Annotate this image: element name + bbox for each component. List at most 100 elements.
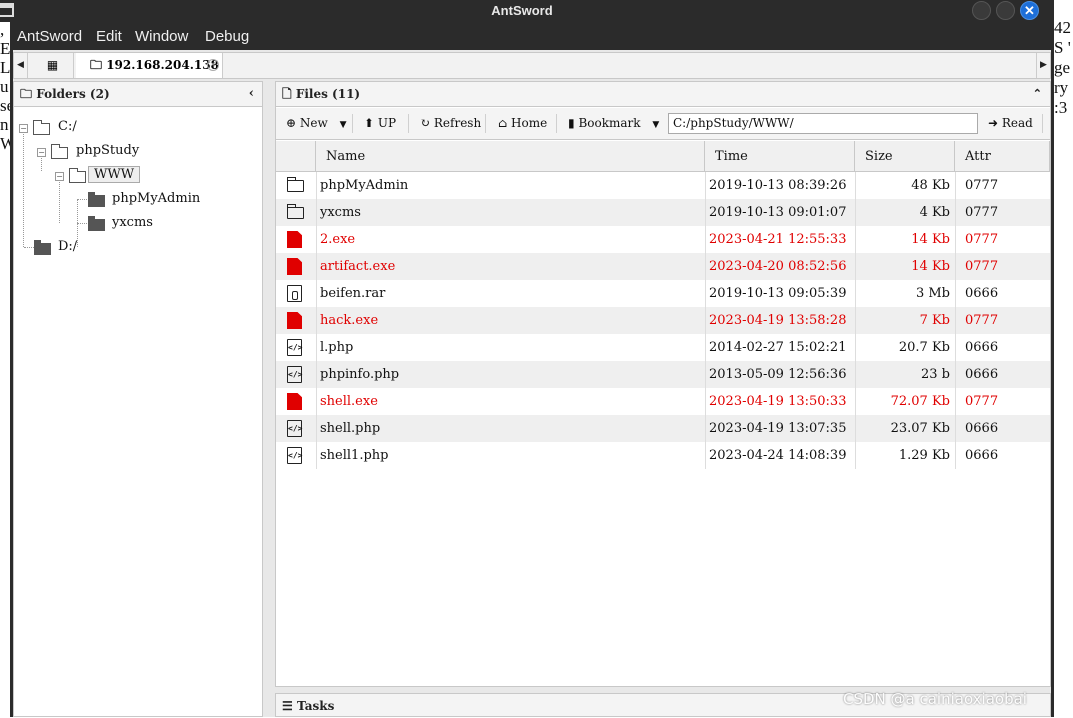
collapse-left-icon[interactable]: ‹ (249, 82, 254, 106)
file-time: 2023-04-19 13:50:33 (709, 394, 847, 409)
file-attr: 0777 (965, 178, 999, 193)
table-row[interactable]: yxcms 2019-10-13 09:01:07 4 Kb 0777 (276, 199, 1050, 226)
files-panel-header: 🗋 Files (11) ⌃ (276, 82, 1050, 107)
path-input[interactable]: C:/phpStudy/WWW/ (668, 113, 978, 134)
column-size-header[interactable]: Size (855, 141, 955, 172)
window-titlebar[interactable]: AntSword ✕ (0, 0, 1054, 22)
bookmark-button[interactable]: ▮ Bookmark ▼ (568, 108, 659, 139)
file-time: 2023-04-19 13:58:28 (709, 313, 847, 328)
file-type-cell: </> (276, 334, 316, 361)
menu-window[interactable]: Window (135, 28, 188, 45)
file-attr: 0777 (965, 394, 999, 409)
tree-item-phpmyadmin[interactable]: phpMyAdmin (112, 189, 200, 209)
read-button-label: Read (1001, 116, 1033, 130)
refresh-icon: ↻ (420, 116, 431, 130)
close-window-button[interactable]: ✕ (1020, 1, 1039, 20)
table-row[interactable]: </> phpinfo.php 2013-05-09 12:56:36 23 b 066… (276, 361, 1050, 388)
refresh-button[interactable]: ↻ Refresh (420, 108, 481, 139)
menu-antsword[interactable]: AntSword (17, 28, 82, 45)
tab-connection[interactable]: 🗀 192.168.204.138 ✕ (76, 53, 223, 78)
tab-strip: ◀ ▦ 🗀 192.168.204.138 ✕ ▶ (13, 52, 1051, 79)
home-button-label: Home (511, 116, 548, 130)
tab-scroll-left-icon[interactable]: ◀ (14, 53, 28, 78)
bookmark-button-label: Bookmark (578, 116, 641, 130)
file-type-cell (276, 199, 316, 226)
table-row[interactable]: </> shell1.php 2023-04-24 14:08:39 1.29 Kb 0… (276, 442, 1050, 469)
file-time: 2019-10-13 08:39:26 (709, 178, 847, 193)
file-size: 14 Kb (911, 259, 950, 274)
table-row[interactable]: phpMyAdmin 2019-10-13 08:39:26 48 Kb 0777 (276, 172, 1050, 199)
file-attr: 0777 (965, 205, 999, 220)
arrow-up-icon: ⬆ (364, 116, 375, 130)
folder-icon (69, 168, 86, 183)
list-icon: ☰ (282, 699, 293, 713)
up-button-label: UP (377, 116, 397, 130)
file-attr: 0666 (965, 367, 999, 382)
file-attr: 0777 (965, 259, 999, 274)
new-button-label: New (299, 116, 328, 130)
arrow-right-icon: ➜ (988, 116, 999, 130)
watermark-text: CSDN @a cainiaoxiaobai (843, 690, 1027, 708)
menu-bar: AntSword Edit Window Debug (10, 22, 1054, 50)
code-file-icon: </> (287, 420, 302, 437)
file-type-cell (276, 172, 316, 199)
exe-icon (287, 312, 302, 329)
tree-item-d-drive[interactable]: D:/ (58, 237, 77, 257)
home-button[interactable]: ⌂ Home (498, 108, 547, 139)
menu-edit[interactable]: Edit (96, 28, 122, 45)
collapse-up-icon[interactable]: ⌃ (1033, 82, 1042, 106)
column-attr-header[interactable]: Attr (955, 141, 1050, 172)
table-row[interactable]: artifact.exe 2023-04-20 08:52:56 14 Kb 0777 (276, 253, 1050, 280)
panel-splitter[interactable] (265, 81, 271, 717)
files-grid: Name Time Size Attr phpMyAdmin 2019-10-13… (276, 141, 1050, 469)
table-row[interactable]: 2.exe 2023-04-21 12:55:33 14 Kb 0777 (276, 226, 1050, 253)
background-text-fragment: , (0, 20, 5, 39)
file-type-cell (276, 226, 316, 253)
background-text-fragment: u (0, 77, 9, 96)
collapse-c-drive-icon[interactable]: − (19, 124, 28, 133)
file-time: 2014-02-27 15:02:21 (709, 340, 847, 355)
column-time-header[interactable]: Time (705, 141, 855, 172)
folder-filled-icon (34, 240, 51, 255)
table-row[interactable]: </> l.php 2014-02-27 15:02:21 20.7 Kb 0666 (276, 334, 1050, 361)
files-grid-header: Name Time Size Attr (276, 141, 1050, 172)
up-button[interactable]: ⬆ UP (364, 108, 396, 139)
antsword-window: AntSword Edit Window Debug ◀ ▦ 🗀 192.168… (10, 22, 1054, 717)
folders-panel-header: 🗀 Folders (2) ‹ (14, 82, 262, 107)
file-type-cell (276, 388, 316, 415)
file-time: 2023-04-24 14:08:39 (709, 448, 847, 463)
table-row[interactable]: beifen.rar 2019-10-13 09:05:39 3 Mb 0666 (276, 280, 1050, 307)
code-file-icon: </> (287, 366, 302, 383)
column-icon-header (276, 141, 316, 172)
files-panel: 🗋 Files (11) ⌃ ⊕ New ▼ ⬆ UP ↻ Refresh ⌂ … (275, 81, 1051, 687)
collapse-phpstudy-icon[interactable]: − (37, 148, 46, 157)
tree-item-yxcms[interactable]: yxcms (112, 213, 153, 233)
column-name-header[interactable]: Name (316, 141, 705, 172)
tab-home-grid-icon[interactable]: ▦ (32, 53, 74, 78)
collapse-www-icon[interactable]: − (55, 172, 64, 181)
tab-scroll-right-icon[interactable]: ▶ (1036, 53, 1050, 78)
file-size: 1.29 Kb (898, 448, 950, 463)
table-row[interactable]: hack.exe 2023-04-19 13:58:28 7 Kb 0777 (276, 307, 1050, 334)
background-text-fragment: E (0, 39, 10, 58)
folder-icon (51, 144, 68, 159)
menu-debug[interactable]: Debug (205, 28, 249, 45)
chevron-down-icon: ▼ (652, 120, 660, 130)
file-size: 20.7 Kb (898, 340, 950, 355)
minimize-button[interactable] (972, 1, 991, 20)
table-row[interactable]: shell.exe 2023-04-19 13:50:33 72.07 Kb 0777 (276, 388, 1050, 415)
tree-item-www[interactable]: WWW (88, 165, 141, 185)
bookmark-icon: ▮ (568, 116, 575, 130)
file-size: 48 Kb (911, 178, 950, 193)
tasks-title: Tasks (296, 699, 335, 713)
tree-item-c-drive[interactable]: C:/ (58, 117, 77, 137)
read-button[interactable]: ➜ Read (988, 108, 1033, 139)
chevron-down-icon: ▼ (339, 120, 347, 130)
new-button[interactable]: ⊕ New ▼ (286, 108, 347, 139)
tab-close-icon[interactable]: ✕ (207, 59, 219, 71)
table-row[interactable]: </> shell.php 2023-04-19 13:07:35 23.07 Kb 0… (276, 415, 1050, 442)
maximize-button[interactable] (996, 1, 1015, 20)
file-attr: 0777 (965, 232, 999, 247)
tree-item-phpstudy[interactable]: phpStudy (76, 141, 139, 161)
folders-title: Folders (2) (36, 87, 110, 101)
